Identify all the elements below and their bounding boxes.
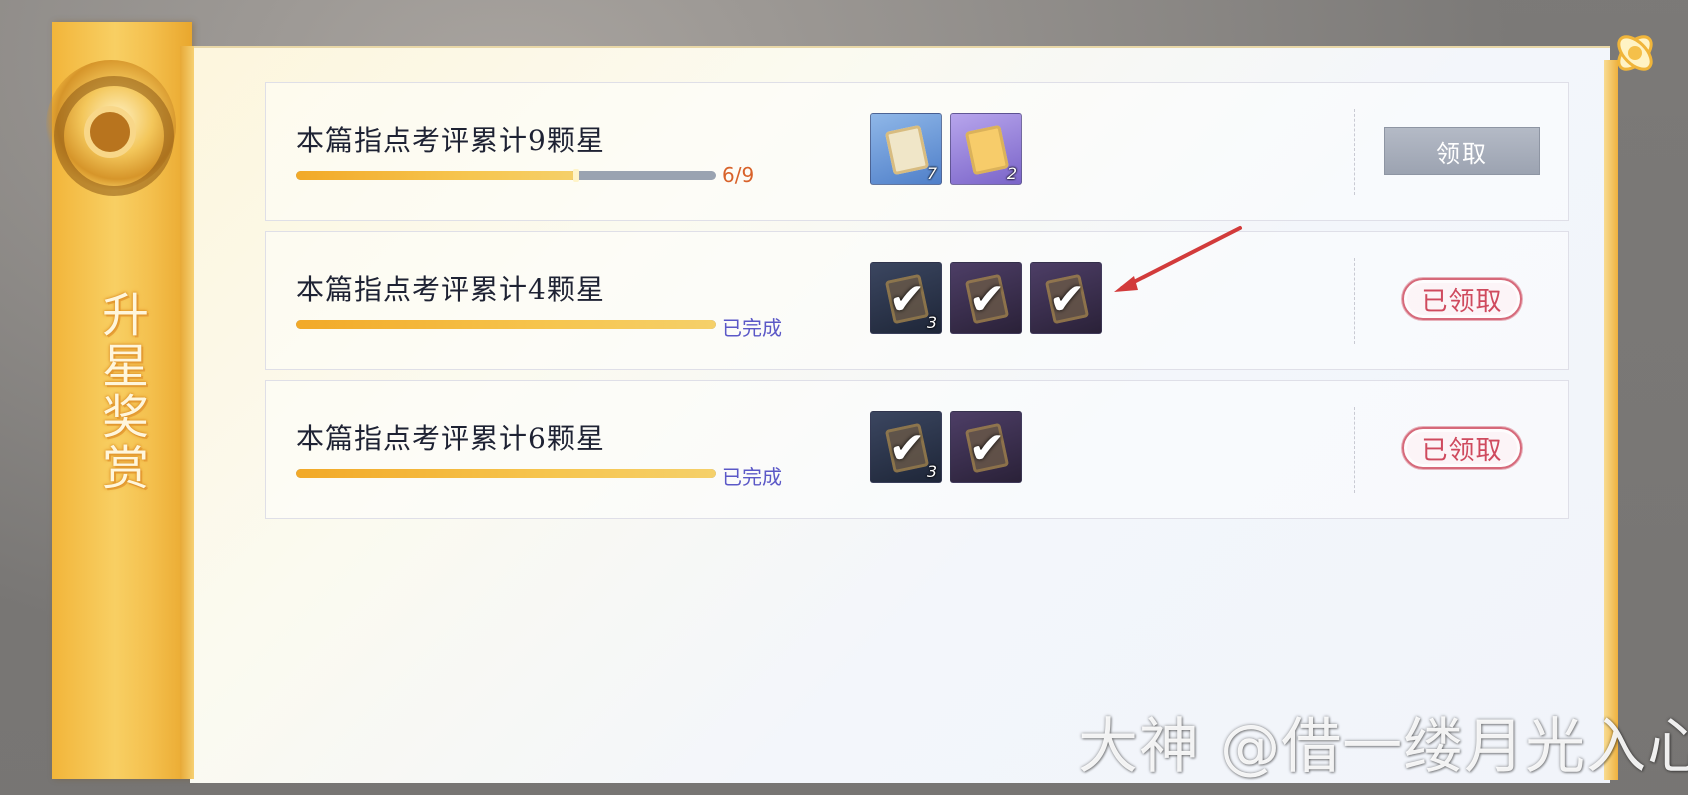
ticket-art — [964, 124, 1010, 176]
scroll-item-icon[interactable]: 7 — [870, 113, 942, 185]
item-count: 2 — [1006, 164, 1017, 183]
completed-label: 已完成 — [722, 316, 782, 340]
watermark: 大神 @借一缕月光入心 — [1078, 712, 1688, 782]
claimed-item-icon[interactable]: ✔ — [950, 411, 1022, 483]
progress-bar — [296, 469, 716, 478]
item-count: 3 — [926, 313, 937, 332]
progress-bar-fill — [296, 171, 577, 180]
claimed-item-icon[interactable]: ✔ — [1030, 262, 1102, 334]
item-count: 7 — [926, 164, 937, 183]
row-divider — [1354, 407, 1355, 493]
reward-row-4-stars: 本篇指点考评累计4颗星 已完成 ✔ 3 ✔ ✔ 已领取 — [265, 231, 1569, 370]
reward-items: 7 2 — [870, 113, 1022, 187]
claimed-item-icon[interactable]: ✔ — [950, 262, 1022, 334]
completed-label: 已完成 — [722, 465, 782, 489]
checkmark-icon: ✔ — [968, 273, 1006, 325]
row-title: 本篇指点考评累计6颗星 — [296, 422, 605, 455]
scroll-art — [884, 124, 930, 176]
progress-bar — [296, 171, 716, 180]
row-title: 本篇指点考评累计4颗星 — [296, 273, 605, 306]
reward-row-9-stars: 本篇指点考评累计9颗星 6/9 7 2 领取 — [265, 82, 1569, 221]
panel-left-edge — [180, 46, 194, 779]
claimed-item-icon[interactable]: ✔ 3 — [870, 262, 942, 334]
claimed-stamp: 已领取 — [1402, 427, 1522, 469]
reward-items: ✔ 3 ✔ — [870, 411, 1022, 485]
ticket-item-icon[interactable]: 2 — [950, 113, 1022, 185]
progress-bar — [296, 320, 716, 329]
checkmark-icon: ✔ — [1048, 273, 1086, 325]
progress-bar-fill — [296, 469, 716, 478]
panel-right-edge — [1604, 60, 1618, 780]
item-count: 3 — [926, 462, 937, 481]
annotation-arrow-icon — [1114, 226, 1242, 292]
progress-count: 6/9 — [722, 163, 755, 187]
row-divider — [1354, 109, 1355, 195]
reward-items: ✔ 3 ✔ ✔ — [870, 262, 1102, 336]
banner-title: 升星奖赏 — [93, 290, 148, 494]
claimed-stamp: 已领取 — [1402, 278, 1522, 320]
claimed-item-icon[interactable]: ✔ 3 — [870, 411, 942, 483]
checkmark-icon: ✔ — [968, 422, 1006, 474]
progress-knob — [573, 169, 580, 182]
ornament-core — [84, 106, 136, 158]
corner-flower-icon — [1617, 35, 1653, 71]
row-title: 本篇指点考评累计9颗星 — [296, 124, 605, 157]
claim-button[interactable]: 领取 — [1384, 127, 1540, 175]
progress-bar-fill — [296, 320, 716, 329]
reward-row-6-stars: 本篇指点考评累计6颗星 已完成 ✔ 3 ✔ 已领取 — [265, 380, 1569, 519]
row-divider — [1354, 258, 1355, 344]
